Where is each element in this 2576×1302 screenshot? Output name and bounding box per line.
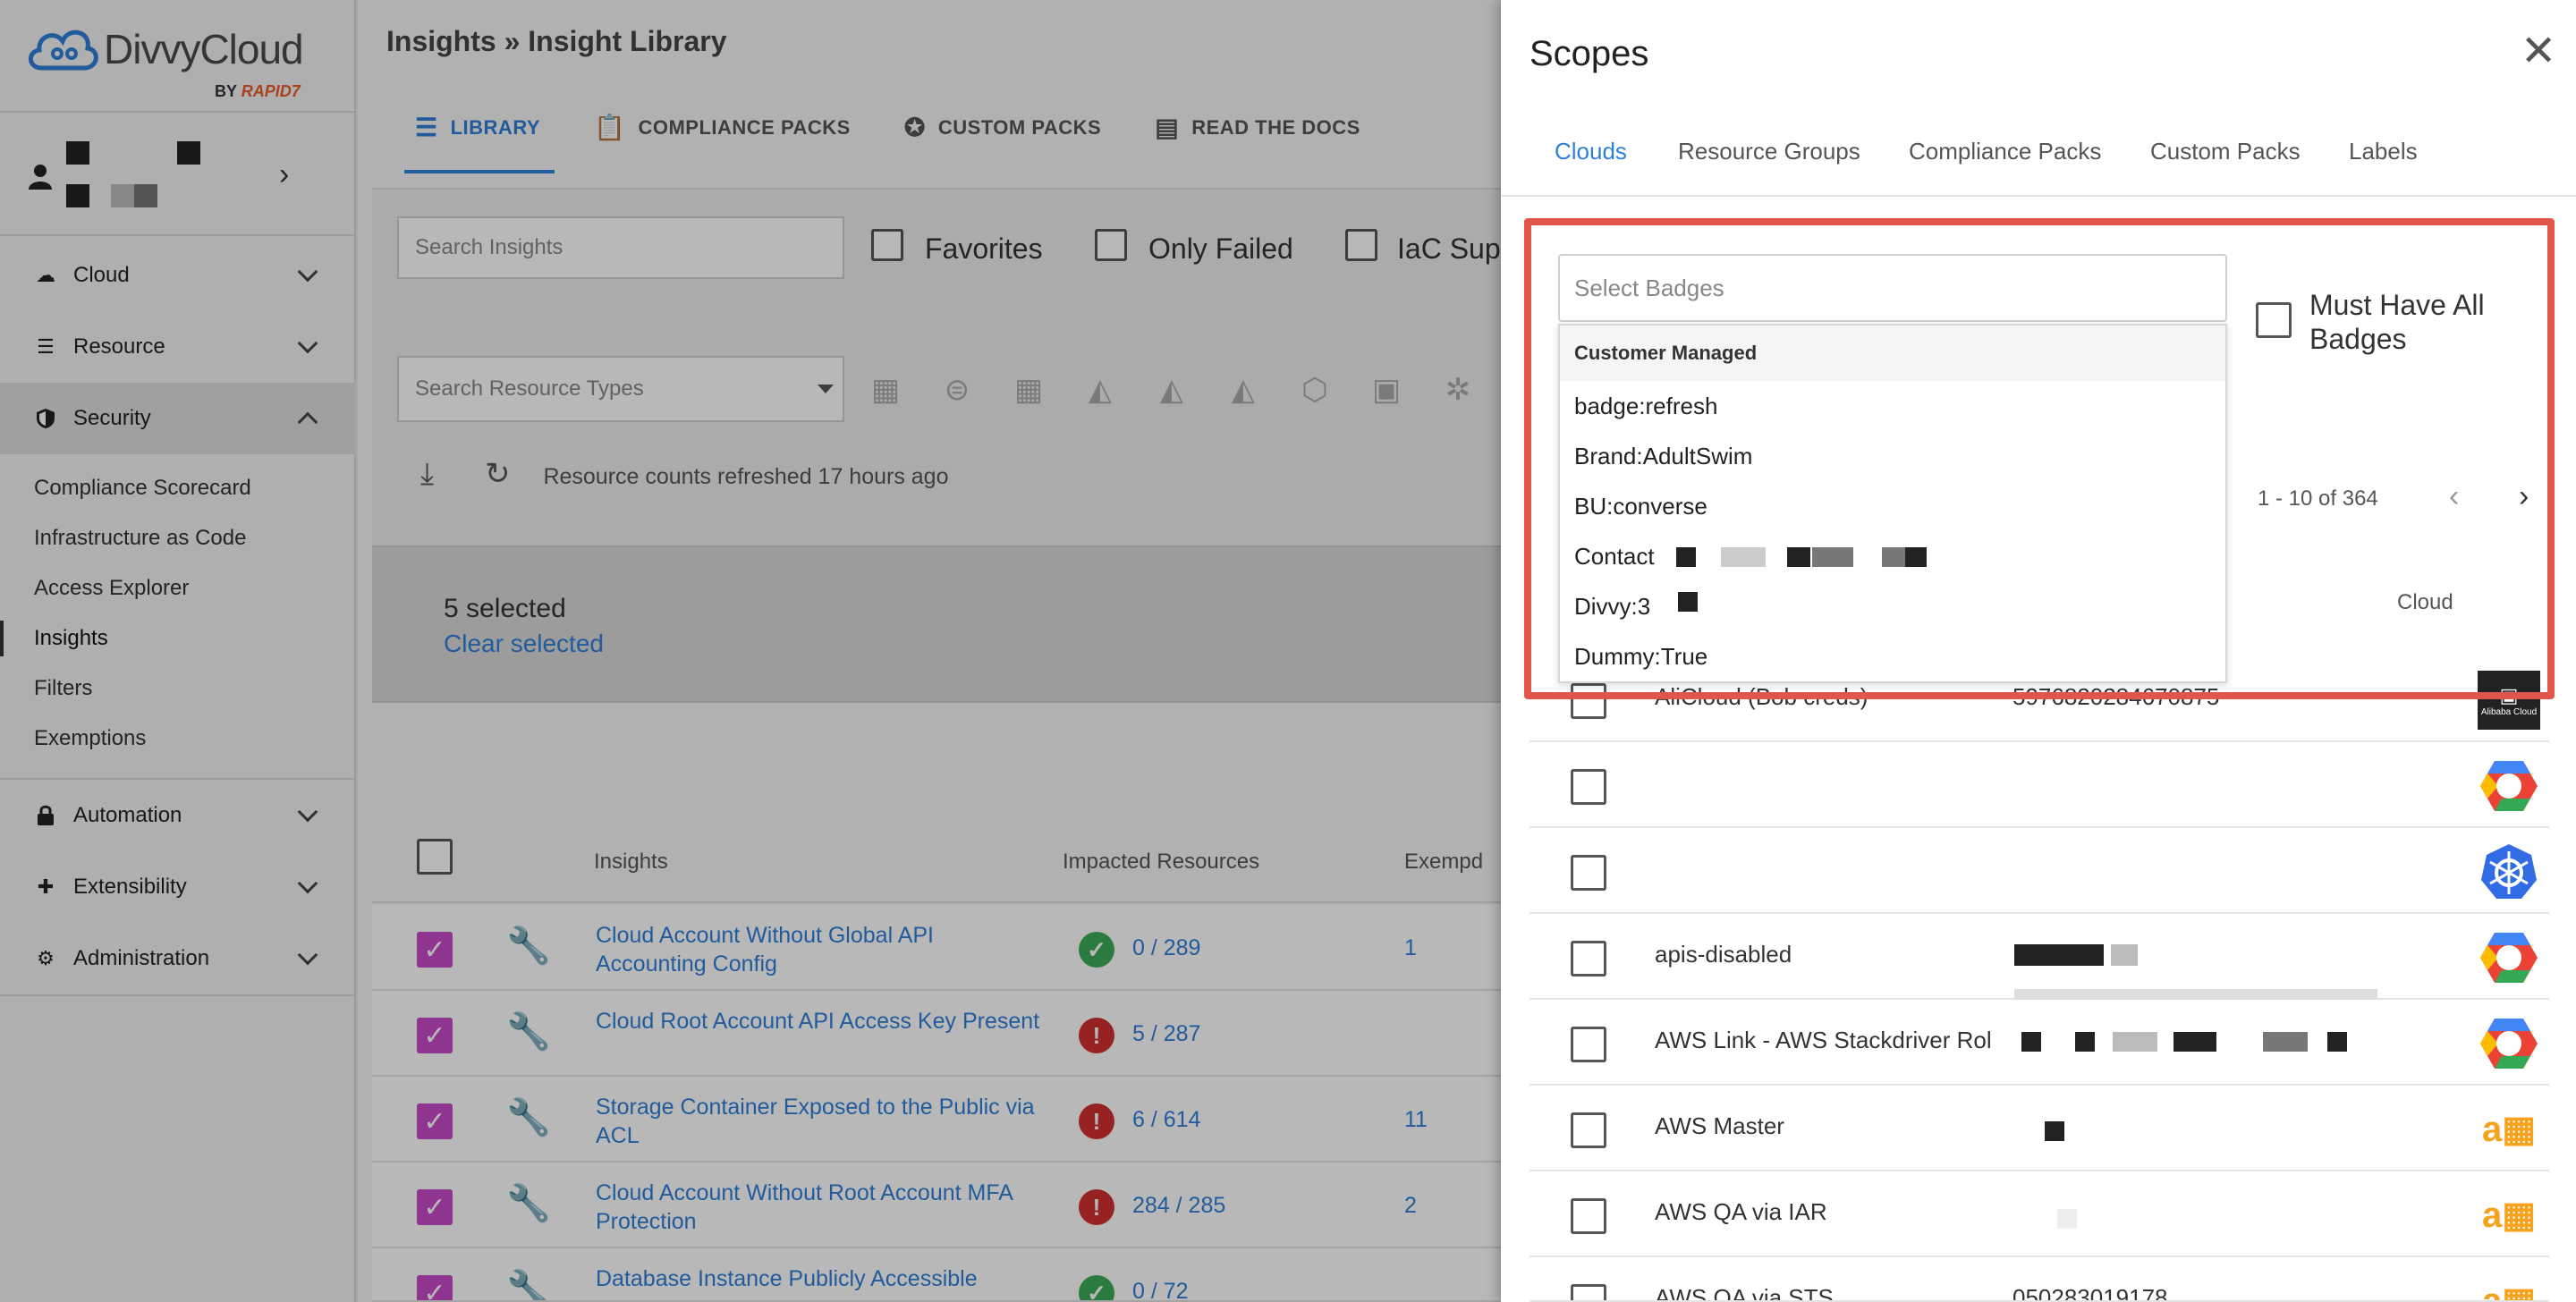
- redacted-block: [2075, 1032, 2095, 1052]
- modal-backdrop[interactable]: [0, 0, 1503, 1302]
- redacted-block: [2014, 944, 2104, 966]
- cloud-name: AWS Link - AWS Stackdriver Rol: [1655, 1027, 1992, 1053]
- cloud-name: apis-disabled: [1655, 941, 1792, 968]
- row-checkbox[interactable]: [1571, 1284, 1606, 1300]
- tab-labels[interactable]: Labels: [2349, 138, 2418, 165]
- table-row[interactable]: AWS Master a▦: [1530, 1086, 2549, 1171]
- aws-icon: a▦: [2481, 1110, 2537, 1149]
- scopes-drawer: Scopes ✕ Clouds Resource Groups Complian…: [1501, 0, 2576, 1302]
- scopes-tabs: Clouds Resource Groups Compliance Packs …: [1501, 134, 2576, 197]
- row-checkbox[interactable]: [1571, 941, 1606, 976]
- aws-icon: a▦: [2481, 1196, 2537, 1235]
- redacted-block: [2263, 1032, 2308, 1052]
- gcp-icon: [2478, 928, 2540, 987]
- tab-compliance-packs[interactable]: Compliance Packs: [1909, 138, 2101, 165]
- tab-clouds[interactable]: Clouds: [1555, 138, 1627, 165]
- redacted-block: [2111, 944, 2138, 966]
- gcp-icon: [2478, 757, 2540, 816]
- table-row[interactable]: [1530, 828, 2549, 914]
- table-row[interactable]: AWS QA via IAR a▦: [1530, 1171, 2549, 1257]
- table-row[interactable]: [1530, 742, 2549, 828]
- tab-custom-packs[interactable]: Custom Packs: [2150, 138, 2301, 165]
- row-checkbox[interactable]: [1571, 1027, 1606, 1062]
- gcp-icon: [2478, 1014, 2540, 1073]
- row-checkbox[interactable]: [1571, 855, 1606, 891]
- drawer-title: Scopes: [1530, 34, 1649, 73]
- alibaba-label: Alibaba Cloud: [2480, 706, 2538, 717]
- kubernetes-icon: [2478, 842, 2540, 901]
- cloud-account-id: 050283019178: [2012, 1284, 2168, 1302]
- tab-resource-groups[interactable]: Resource Groups: [1678, 138, 1860, 165]
- row-checkbox[interactable]: [1571, 1112, 1606, 1148]
- cloud-name: AWS QA via STS: [1655, 1284, 1834, 1302]
- redacted-block: [2021, 1032, 2041, 1052]
- table-row[interactable]: apis-disabled: [1530, 914, 2549, 1007]
- close-icon[interactable]: ✕: [2521, 30, 2556, 73]
- redacted-block: [2057, 1209, 2077, 1229]
- highlight-annotation-box: [1524, 218, 2555, 699]
- cloud-name: AWS QA via IAR: [1655, 1198, 1827, 1225]
- row-checkbox[interactable]: [1571, 1198, 1606, 1234]
- redacted-block: [2045, 1121, 2064, 1141]
- redacted-block: [2174, 1032, 2216, 1052]
- row-checkbox[interactable]: [1571, 769, 1606, 805]
- redacted-block: [2113, 1032, 2157, 1052]
- aws-icon: a▦: [2481, 1281, 2537, 1302]
- table-row[interactable]: AWS QA via STS 050283019178 a▦: [1530, 1257, 2549, 1302]
- cloud-name: AWS Master: [1655, 1112, 1784, 1139]
- redacted-block: [2327, 1032, 2347, 1052]
- table-row[interactable]: AWS Link - AWS Stackdriver Rol: [1530, 1000, 2549, 1086]
